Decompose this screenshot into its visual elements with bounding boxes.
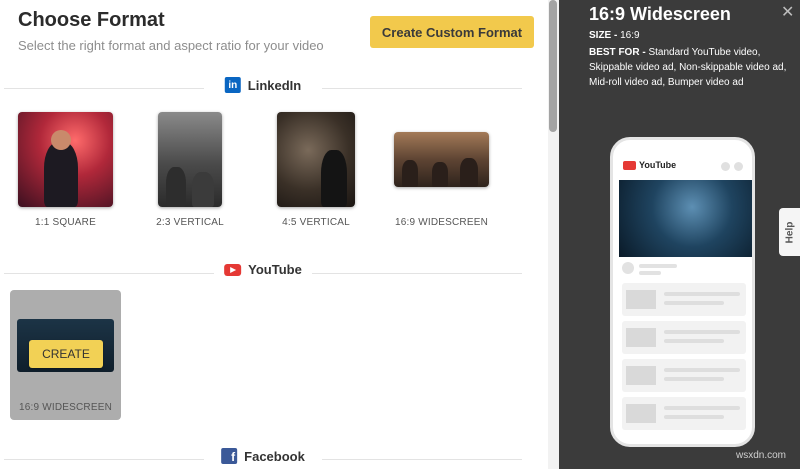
divider — [4, 273, 214, 274]
row-line — [664, 368, 740, 372]
phone-video-preview — [619, 180, 752, 257]
facebook-icon: f — [221, 448, 238, 464]
format-label: 2:3 VERTICAL — [156, 217, 224, 228]
scrollbar[interactable] — [548, 0, 559, 469]
phone-meta-line — [639, 271, 661, 275]
page-title: Choose Format — [18, 9, 165, 31]
help-tab[interactable]: Help — [779, 208, 800, 256]
format-thumbnail-4-5-vertical[interactable] — [277, 112, 355, 207]
format-thumbnail-16-9-widescreen[interactable] — [394, 132, 489, 187]
row-thumb-placeholder — [626, 290, 656, 309]
create-custom-format-button[interactable]: Create Custom Format — [370, 16, 534, 48]
thumbnail-figure — [192, 172, 214, 207]
section-heading: YouTube — [218, 262, 308, 277]
thumbnail-figure — [402, 160, 418, 187]
section-label: YouTube — [248, 262, 302, 277]
preview-size: SIZE - 16:9 — [589, 30, 640, 41]
phone-list-row — [622, 397, 746, 430]
thumbnail-figure — [460, 158, 478, 187]
section-label: LinkedIn — [247, 77, 302, 93]
youtube-section-header: YouTube — [4, 262, 522, 284]
row-line — [664, 330, 740, 334]
page-subtitle: Select the right format and aspect ratio… — [18, 38, 324, 53]
phone-list-row — [622, 321, 746, 354]
format-label: 4:5 VERTICAL — [282, 217, 350, 228]
row-thumb-placeholder — [626, 404, 656, 423]
preview-best-for: BEST FOR - Standard YouTube video, Skipp… — [589, 45, 789, 90]
phone-list-row — [622, 359, 746, 392]
section-label: Facebook — [244, 448, 305, 464]
scrollbar-thumb[interactable] — [549, 0, 557, 132]
phone-app-header: YouTube — [623, 160, 676, 170]
youtube-icon — [224, 263, 242, 276]
linkedin-icon: in — [224, 77, 241, 93]
format-label: 16:9 WIDESCREEN — [394, 217, 489, 228]
format-preview-panel: 16:9 Widescreen ✕ SIZE - 16:9 BEST FOR -… — [559, 0, 800, 469]
row-line — [664, 292, 740, 296]
format-thumbnail-square[interactable] — [18, 112, 113, 207]
divider — [312, 273, 522, 274]
format-label: 16:9 WIDESCREEN — [18, 402, 113, 413]
best-for-label: BEST FOR - — [589, 47, 646, 58]
phone-header-icon — [721, 162, 730, 171]
section-heading: f Facebook — [215, 448, 311, 464]
thumbnail-figure — [166, 167, 186, 207]
row-line — [664, 406, 740, 410]
divider — [4, 459, 204, 460]
phone-brand: YouTube — [639, 160, 677, 170]
format-label: 1:1 SQUARE — [35, 217, 96, 228]
watermark: wsxdn.com — [736, 450, 787, 461]
close-icon[interactable]: ✕ — [781, 2, 794, 22]
row-line — [664, 339, 724, 343]
facebook-section-header: f Facebook — [4, 448, 522, 469]
thumbnail-figure — [44, 142, 78, 207]
phone-list-row — [622, 283, 746, 316]
youtube-icon — [623, 160, 636, 170]
thumbnail-figure-head — [51, 130, 71, 150]
format-thumbnail-2-3-vertical[interactable] — [158, 112, 222, 207]
phone-header-icon — [734, 162, 743, 171]
thumbnail-figure — [321, 150, 347, 207]
row-line — [664, 301, 724, 305]
row-thumb-placeholder — [626, 366, 656, 385]
youtube-widescreen-card[interactable]: CREATE 16:9 WIDESCREEN — [10, 290, 121, 420]
format-chooser: Choose Format Select the right format an… — [0, 0, 800, 469]
create-button[interactable]: CREATE — [29, 340, 103, 368]
format-list-panel: Choose Format Select the right format an… — [0, 0, 548, 469]
size-label: SIZE - — [589, 30, 618, 41]
phone-meta-line — [639, 264, 677, 268]
linkedin-section-header: in LinkedIn — [4, 77, 522, 99]
divider — [4, 88, 204, 89]
size-value: 16:9 — [620, 30, 640, 41]
row-line — [664, 377, 724, 381]
preview-title: 16:9 Widescreen — [589, 4, 731, 24]
section-heading: in LinkedIn — [218, 77, 308, 93]
divider — [322, 88, 522, 89]
thumbnail-figure — [432, 162, 448, 187]
divider — [322, 459, 522, 460]
row-line — [664, 415, 724, 419]
phone-avatar-placeholder — [622, 262, 634, 274]
help-label: Help — [784, 221, 796, 243]
phone-mockup: YouTube — [610, 137, 755, 447]
row-thumb-placeholder — [626, 328, 656, 347]
